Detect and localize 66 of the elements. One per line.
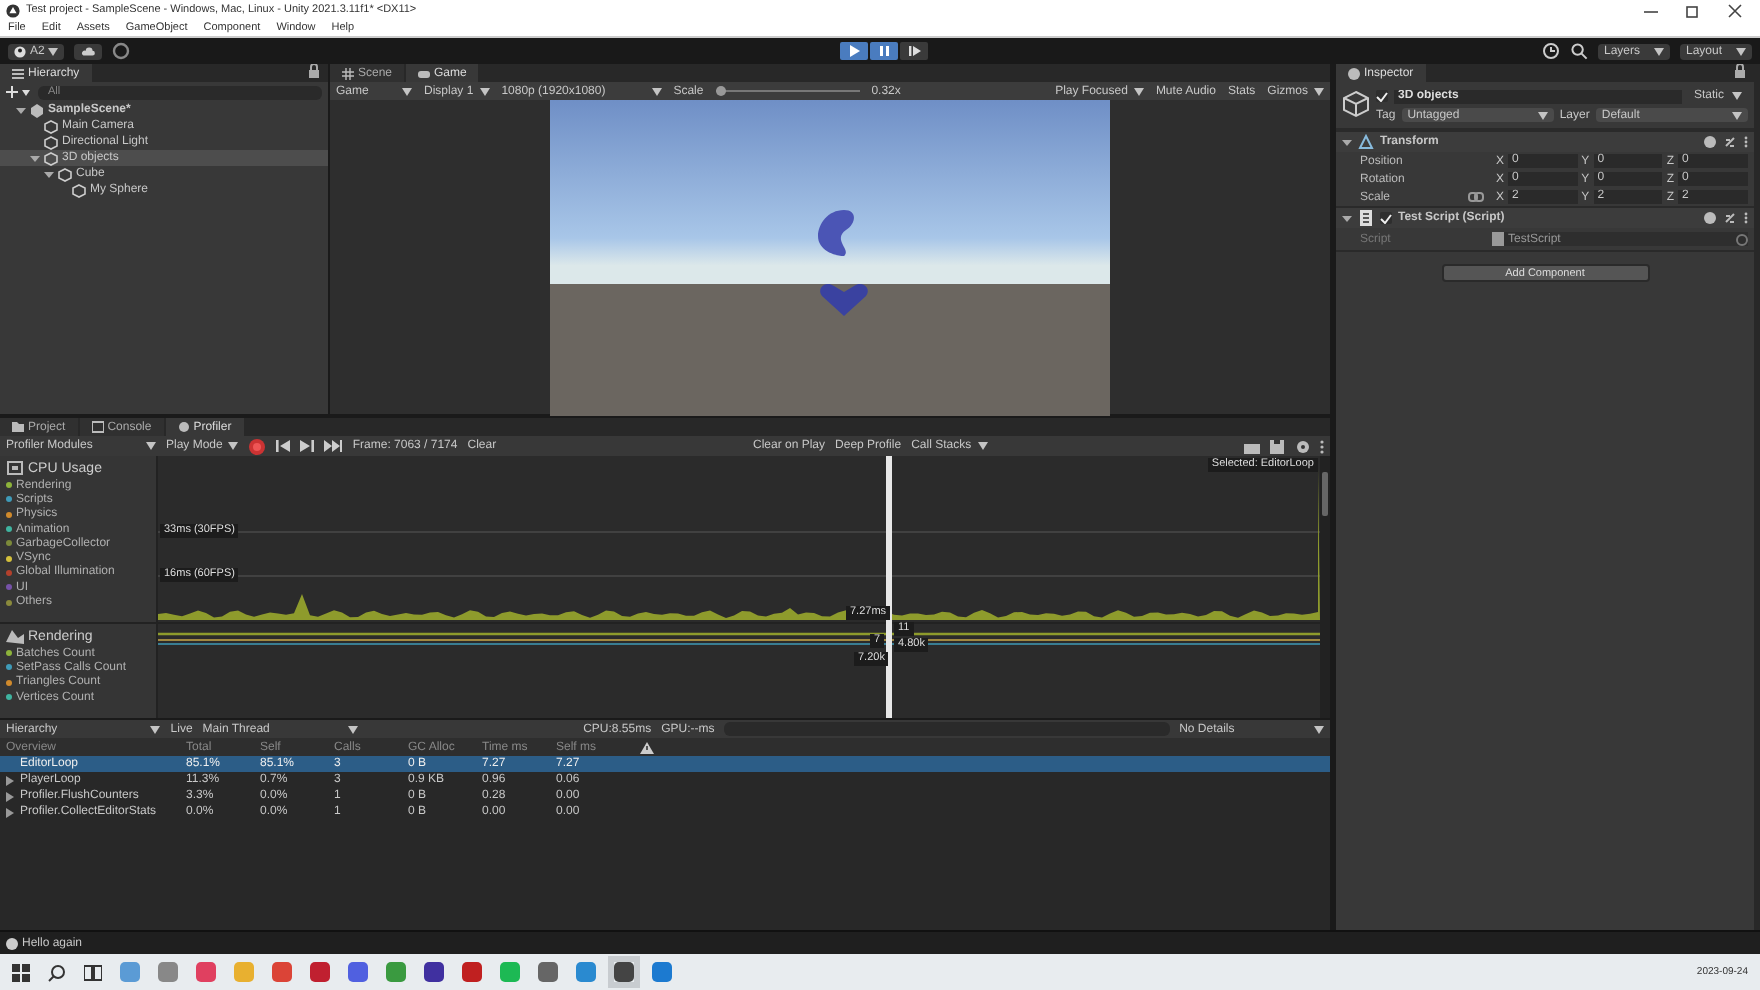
pause-icon[interactable] — [870, 42, 898, 60]
lock-icon[interactable] — [1734, 64, 1746, 78]
dropdown-caret-icon — [347, 725, 358, 733]
gauge-icon — [177, 420, 190, 434]
start-icon[interactable] — [12, 963, 30, 981]
cloud-icon[interactable] — [74, 43, 103, 59]
link-icon[interactable] — [1468, 192, 1484, 202]
first-frame-icon[interactable] — [276, 440, 291, 452]
active-checkbox[interactable] — [1376, 90, 1388, 102]
dropdown-caret-icon — [1732, 92, 1742, 100]
script-icon — [1492, 232, 1504, 246]
task-view-icon[interactable] — [84, 963, 102, 981]
script-icon — [1358, 210, 1374, 226]
add-icon[interactable] — [6, 85, 30, 99]
expanded-arrow-icon — [1342, 213, 1352, 223]
search-icon[interactable] — [48, 963, 66, 981]
axes-icon — [1358, 134, 1374, 150]
play-icon[interactable] — [840, 42, 868, 60]
scrollbar[interactable] — [1320, 456, 1330, 718]
folder-icon — [12, 420, 24, 434]
restore-icon[interactable] — [1684, 3, 1702, 17]
checkmark-icon — [1376, 91, 1388, 101]
close-icon[interactable] — [1726, 3, 1744, 17]
hash-icon — [342, 67, 354, 79]
dropdown-caret-icon — [479, 87, 490, 95]
scene-icon — [30, 103, 44, 117]
next-frame-icon[interactable] — [300, 440, 315, 452]
dropdown-caret-icon — [1736, 47, 1746, 55]
dropdown-caret-icon — [977, 442, 988, 450]
dropdown-caret-icon — [1314, 87, 1324, 95]
dropdown-caret-icon — [1133, 87, 1144, 95]
search-field[interactable] — [724, 722, 1170, 736]
dropdown-caret-icon — [1314, 725, 1324, 733]
warning-icon[interactable] — [640, 741, 654, 753]
dropdown-caret-icon — [651, 87, 662, 95]
dropdown-caret-icon — [150, 725, 161, 733]
load-icon[interactable] — [1244, 439, 1260, 453]
app-icon[interactable] — [652, 962, 672, 982]
dropdown-caret-icon — [1537, 111, 1548, 119]
app-icon[interactable] — [614, 962, 634, 982]
dropdown-caret-icon — [402, 87, 412, 95]
search-icon[interactable] — [1570, 42, 1588, 60]
expanded-arrow-icon — [1342, 137, 1352, 147]
target-icon — [1736, 233, 1748, 245]
cpu-icon — [6, 460, 24, 476]
save-icon[interactable] — [1270, 439, 1286, 453]
history-icon[interactable] — [1542, 42, 1560, 60]
gamepad-icon — [418, 67, 431, 79]
dropdown-caret-icon — [1654, 47, 1664, 55]
expanded-arrow-icon — [16, 105, 26, 115]
record-icon[interactable] — [248, 437, 267, 455]
last-frame-icon[interactable] — [324, 440, 343, 452]
list-icon — [12, 67, 24, 79]
enabled-checkbox[interactable] — [1380, 212, 1392, 224]
slider-thumb[interactable] — [715, 86, 726, 96]
cube-icon — [1342, 90, 1370, 118]
console-icon — [91, 420, 104, 434]
account-icon — [14, 45, 26, 57]
frame-cursor[interactable] — [886, 456, 892, 718]
dropdown-caret-icon — [146, 442, 156, 450]
rendering-icon — [6, 628, 24, 644]
dropdown-caret-icon — [48, 47, 59, 55]
lock-icon[interactable] — [308, 64, 320, 78]
dropdown-caret-icon — [228, 442, 239, 450]
checkmark-icon — [1380, 213, 1392, 223]
step-icon[interactable] — [900, 42, 928, 60]
